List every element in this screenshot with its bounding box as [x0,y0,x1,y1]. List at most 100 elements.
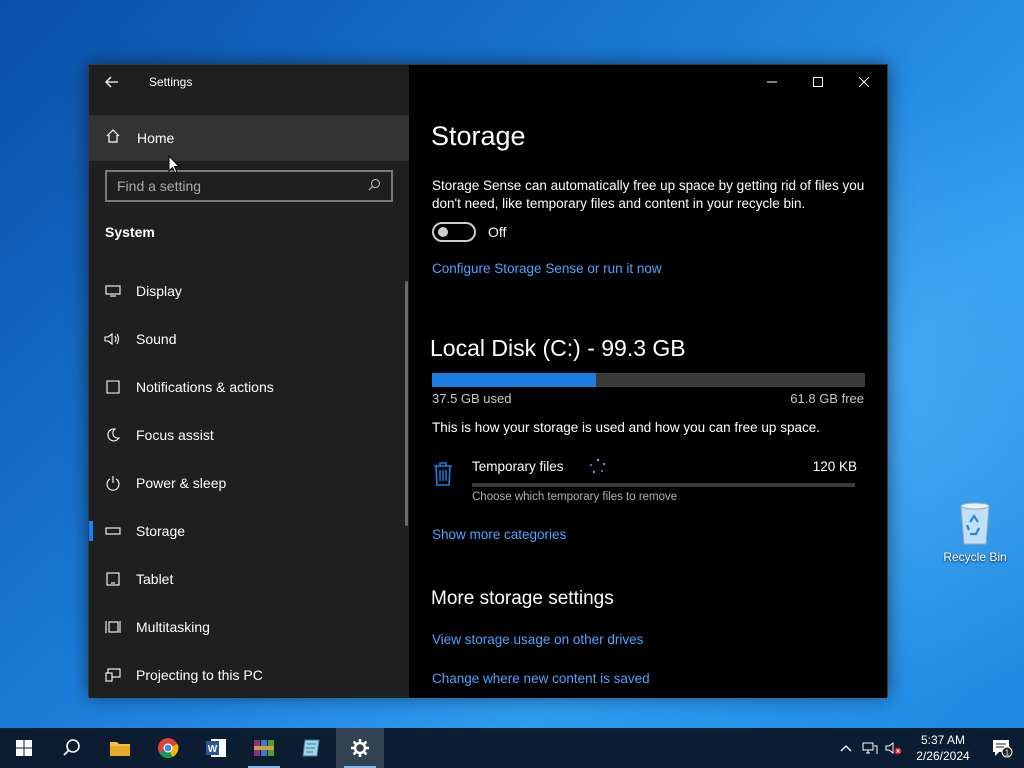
svg-text:W: W [208,744,218,755]
home-nav-item[interactable]: Home [89,115,409,161]
mouse-cursor-icon [168,155,180,174]
nav-list: Display Sound Notifications & actions Fo… [89,267,409,699]
projecting-icon [89,668,136,682]
sidebar-item-power-sleep[interactable]: Power & sleep [89,459,409,507]
sidebar-item-label: Power & sleep [136,475,227,491]
minimize-icon [767,81,777,83]
back-button[interactable] [89,65,135,99]
sidebar-item-notifications[interactable]: Notifications & actions [89,363,409,411]
category-usage-bar [472,483,855,487]
storage-sense-toggle-row: Off [432,222,506,242]
notepad-icon [302,739,320,757]
recycle-bin-icon [960,502,990,545]
home-label: Home [137,130,175,146]
sidebar: Settings Home System Display Sound [89,65,409,698]
category-size: 120 KB [812,459,857,474]
close-icon [859,77,869,87]
sidebar-scrollbar[interactable] [405,281,408,526]
chrome-icon [158,738,179,759]
titlebar: Settings [89,65,409,99]
home-icon [89,128,137,148]
temporary-files-category[interactable]: Temporary files 120 KB Choose which temp… [432,457,857,507]
volume-muted-icon [885,742,902,755]
notepad-taskbar-button[interactable] [288,728,336,768]
taskbar: W 5:37 AM 2/26/2024 1 [0,728,1024,768]
notification-count: 1 [1005,749,1010,758]
winrar-icon [254,740,274,756]
power-icon [89,475,136,491]
sidebar-item-focus-assist[interactable]: Focus assist [89,411,409,459]
storage-sense-description: Storage Sense can automatically free up … [432,178,865,211]
sidebar-item-label: Projecting to this PC [136,667,263,683]
network-icon [862,742,878,754]
show-hidden-icons-button[interactable] [834,728,858,768]
sidebar-item-label: Sound [136,331,177,347]
file-explorer-taskbar-button[interactable] [96,728,144,768]
speaker-icon [89,332,136,346]
maximize-button[interactable] [795,65,841,99]
sidebar-item-label: Storage [136,523,186,539]
clock[interactable]: 5:37 AM 2/26/2024 [906,732,980,764]
recycle-bin-label: Recycle Bin [943,550,1007,564]
search-icon[interactable] [368,178,381,194]
windows-logo-icon [16,740,32,756]
clock-time: 5:37 AM [920,733,966,747]
change-save-location-link[interactable]: Change where new content is saved [432,671,650,686]
maximize-icon [813,77,823,87]
minimize-button[interactable] [749,65,795,99]
disk-usage-bar [432,373,865,387]
system-tray: 5:37 AM 2/26/2024 1 [834,728,1024,768]
sidebar-item-label: Display [136,283,182,299]
app-title: Settings [149,75,193,89]
configure-storage-sense-link[interactable]: Configure Storage Sense or run it now [432,261,662,276]
disk-title: Local Disk (C:) - 99.3 GB [430,335,686,361]
moon-icon [89,427,136,443]
network-button[interactable] [858,728,882,768]
search-box [105,170,393,202]
word-taskbar-button[interactable]: W [192,728,240,768]
chevron-up-icon [840,745,852,752]
search-input[interactable] [117,178,368,194]
notification-icon [89,379,136,395]
action-center-button[interactable]: 1 [980,728,1024,768]
display-icon [89,284,136,298]
folder-icon [110,742,130,756]
clock-date: 2/26/2024 [916,749,970,763]
multitasking-icon [89,619,136,635]
window-controls [749,65,887,99]
sidebar-item-label: Notifications & actions [136,379,274,395]
used-label: 37.5 GB used [432,391,512,406]
notification-badge-icon: 1 [993,740,1013,758]
sidebar-item-tablet[interactable]: Tablet [89,555,409,603]
close-button[interactable] [841,65,887,99]
sidebar-item-display[interactable]: Display [89,267,409,315]
section-title: System [105,224,155,240]
storage-icon [89,526,136,536]
page-title: Storage [431,121,526,151]
sidebar-item-label: Tablet [136,571,174,587]
settings-taskbar-button[interactable] [336,728,384,768]
storage-sense-toggle[interactable] [432,222,476,242]
show-more-categories-link[interactable]: Show more categories [432,527,566,542]
sidebar-item-multitasking[interactable]: Multitasking [89,603,409,651]
sidebar-item-sound[interactable]: Sound [89,315,409,363]
sidebar-item-projecting[interactable]: Projecting to this PC [89,651,409,699]
winrar-taskbar-button[interactable] [240,728,288,768]
recycle-bin-shortcut[interactable]: Recycle Bin [942,500,1008,564]
free-label: 61.8 GB free [790,391,864,406]
category-description: Choose which temporary files to remove [472,491,678,503]
chrome-taskbar-button[interactable] [144,728,192,768]
trash-icon [432,461,454,492]
volume-button[interactable] [882,728,906,768]
view-other-drives-link[interactable]: View storage usage on other drives [432,632,643,647]
search-taskbar-button[interactable] [48,728,96,768]
category-name: Temporary files [472,459,564,474]
start-button[interactable] [0,728,48,768]
sidebar-item-storage[interactable]: Storage [89,507,409,555]
search-icon [63,739,80,756]
toggle-state-label: Off [488,224,507,240]
word-icon: W [206,739,226,757]
loading-spinner-icon [586,457,610,477]
disk-usage-fill [432,373,596,387]
more-storage-settings-title: More storage settings [431,588,614,609]
